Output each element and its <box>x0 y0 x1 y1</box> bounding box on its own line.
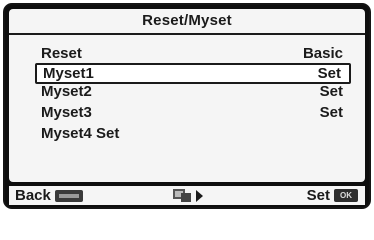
set-button[interactable]: Set OK <box>307 187 358 204</box>
menu-item-label: Myset3 <box>41 104 92 121</box>
set-label: Set <box>306 187 330 204</box>
menu-item-reset[interactable]: Reset Basic <box>35 43 351 64</box>
mode-icon <box>173 189 193 202</box>
menu-item-value: Basic <box>302 45 343 62</box>
button-guide-bar: Back Set OK <box>9 186 365 205</box>
ok-button-icon: OK <box>334 189 358 202</box>
menu-item-label: Reset <box>41 45 82 62</box>
menu-item-myset4[interactable]: Myset4 Set <box>35 123 351 144</box>
menu-item-label: Myset2 <box>41 83 92 100</box>
menu-item-label: Myset4 Set <box>41 125 120 142</box>
page-nav-hint[interactable] <box>173 189 203 202</box>
menu-item-label: Myset1 <box>43 65 94 82</box>
title-divider <box>9 33 365 35</box>
menu-item-myset2[interactable]: Myset2 Set <box>35 81 351 102</box>
arrow-right-icon <box>196 189 203 202</box>
menu-screen: Reset/Myset Reset Basic Myset1 Set Myset… <box>9 9 365 182</box>
menu-title: Reset/Myset <box>142 12 232 29</box>
menu-button-icon <box>54 189 83 202</box>
back-label: Back <box>15 187 51 204</box>
menu-item-myset3[interactable]: Myset3 Set <box>35 102 351 123</box>
camera-lcd-bezel: Reset/Myset Reset Basic Myset1 Set Myset… <box>3 3 371 209</box>
back-button[interactable]: Back <box>15 187 83 204</box>
menu-item-value: Set <box>317 65 341 82</box>
menu-item-value: Set <box>319 104 343 121</box>
menu-item-value: Set <box>319 83 343 100</box>
